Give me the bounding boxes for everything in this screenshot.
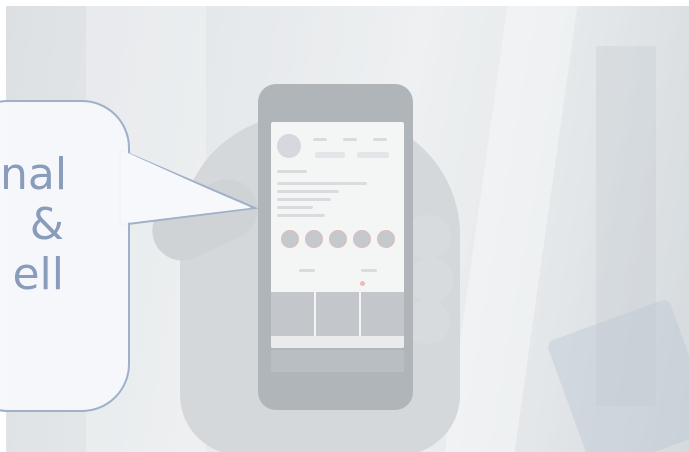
speech-bubble-line: nal [0, 149, 68, 200]
slide-frame: nal & ell [0, 0, 689, 452]
speech-bubble-text: nal & ell [0, 149, 68, 300]
speech-bubble-line: & [29, 199, 64, 250]
speech-bubble-line: ell [12, 249, 64, 300]
